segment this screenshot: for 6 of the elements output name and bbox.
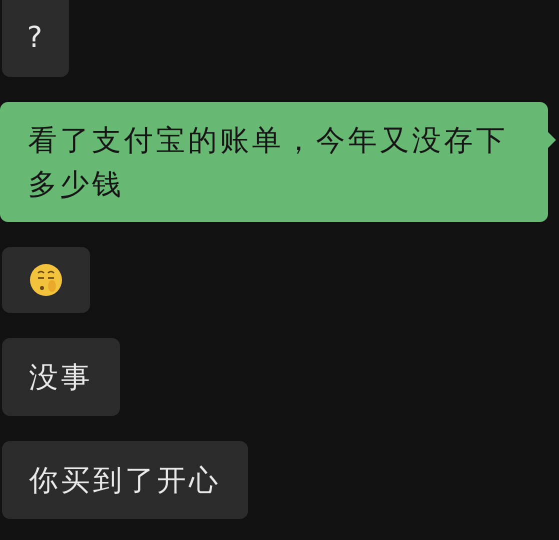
message-bubble: 你买到了开心 <box>2 441 248 519</box>
bubble-tail <box>548 132 556 148</box>
emoji-icon <box>29 263 63 297</box>
message-bubble: 没事 <box>2 338 120 416</box>
message-bubble: ? <box>2 0 70 77</box>
message-bubble: 看了支付宝的账单，今年又没存下多少钱 <box>0 102 548 222</box>
